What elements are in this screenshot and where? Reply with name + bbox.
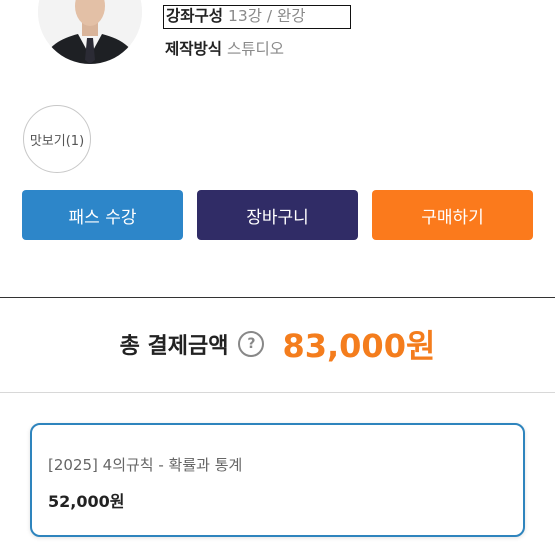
course-title: [2025] 4의규칙 - 확률과 통계 [48,456,243,474]
course-purchase-page: 강좌구성 13강 / 완강 제작방식 스튜디오 맛보기(1) 패스 수강 장바구… [0,0,555,555]
composition-value: 13강 / 완강 [227,7,306,25]
pass-enroll-button[interactable]: 패스 수강 [22,190,183,240]
total-payment-amount: 83,000원 [282,327,436,365]
selected-course-card[interactable]: [2025] 4의규칙 - 확률과 통계 52,000원 [30,423,525,537]
instructor-photo [38,0,142,64]
course-composition-row: 강좌구성 13강 / 완강 [163,5,351,29]
instructor-avatar [38,0,142,64]
production-method-row: 제작방식 스튜디오 [165,39,284,59]
question-circle-icon[interactable]: ? [238,331,265,357]
purchase-button[interactable]: 구매하기 [372,190,533,240]
course-price: 52,000원 [48,492,125,511]
production-value: 스튜디오 [226,40,285,58]
production-label: 제작방식 [165,40,223,58]
add-to-cart-button[interactable]: 장바구니 [197,190,358,240]
section-divider [0,297,555,298]
total-payment-row: 총 결제금액 ? 83,000원 [0,321,555,367]
section-divider-light [0,392,555,393]
composition-label: 강좌구성 [166,7,224,25]
preview-button[interactable]: 맛보기(1) [23,105,91,173]
total-payment-label: 총 결제금액 [119,334,229,359]
